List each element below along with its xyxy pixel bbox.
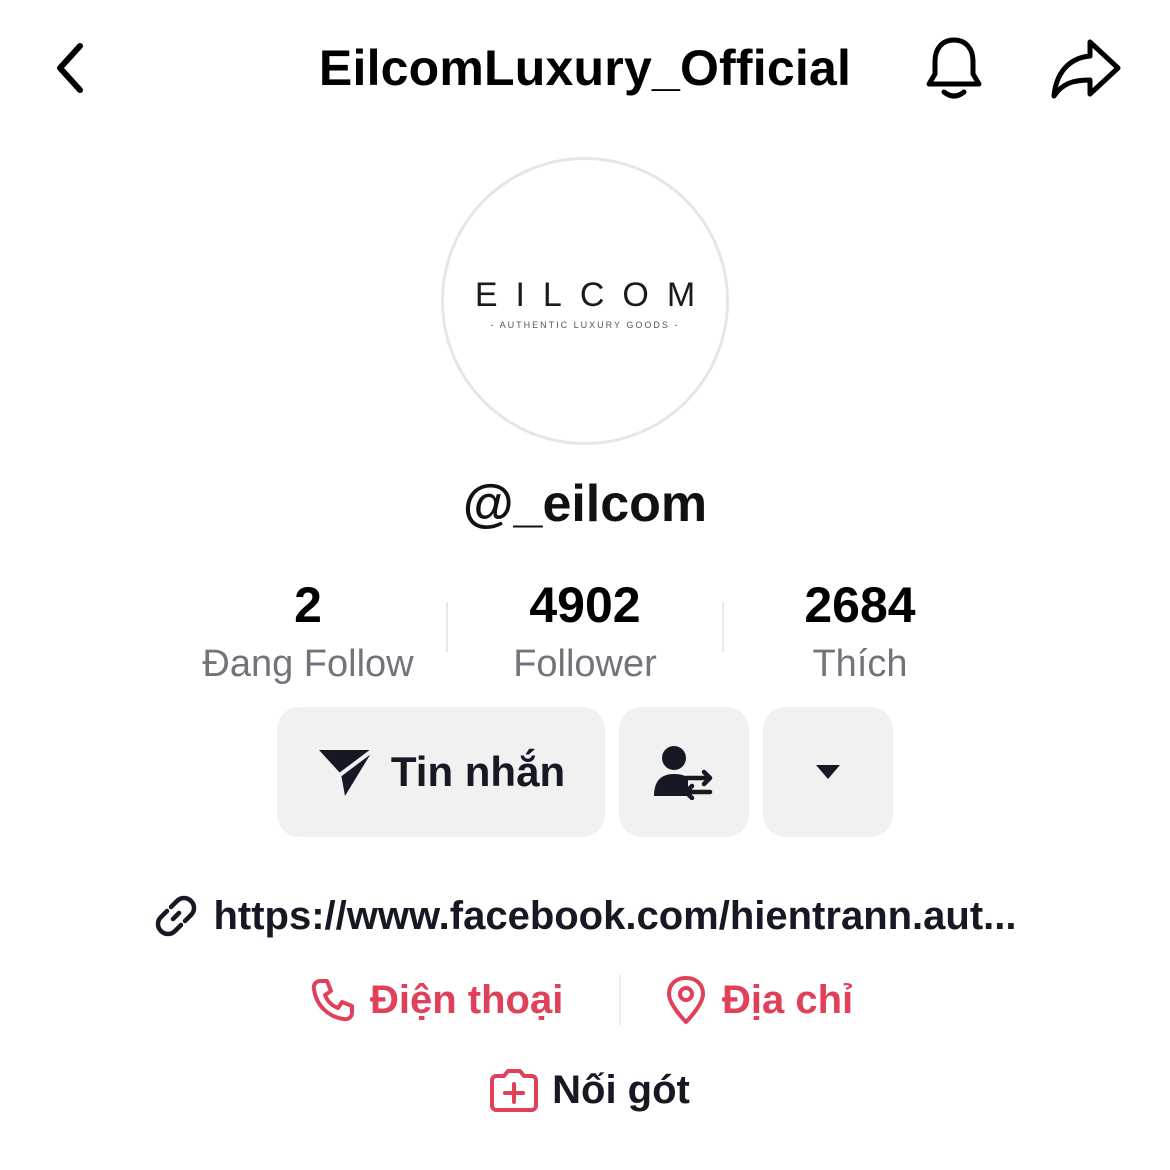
person-swap-icon — [654, 746, 713, 800]
notification-button[interactable] — [918, 32, 990, 104]
back-button[interactable] — [40, 36, 100, 100]
stat-following-value: 2 — [294, 577, 322, 633]
page-title: EilcomLuxury_Official — [318, 40, 852, 96]
more-dropdown-button[interactable] — [763, 707, 893, 837]
message-button-label: Tin nhắn — [390, 748, 566, 795]
phone-label: Điện thoại — [370, 977, 564, 1022]
friend-suggest-button[interactable] — [619, 707, 749, 837]
avatar-logo-tagline: - AUTHENTIC LUXURY GOODS - — [490, 320, 680, 330]
caret-down-icon — [816, 765, 840, 779]
stat-likes-value: 2684 — [804, 577, 916, 633]
bell-icon — [926, 37, 982, 99]
paper-plane-icon — [318, 748, 375, 796]
location-pin-icon — [667, 976, 705, 1024]
bio-link[interactable]: https://www.facebook.com/hientrann.aut..… — [125, 886, 1045, 946]
avatar-logo-word: EILCOM — [474, 276, 714, 314]
phone-button[interactable]: Điện thoại — [310, 970, 563, 1030]
stat-following[interactable]: 2 Đang Follow — [178, 575, 438, 691]
chevron-left-icon — [57, 43, 83, 93]
bio-link-text: https://www.facebook.com/hientrann.aut..… — [213, 893, 1017, 938]
username: @_eilcom — [462, 475, 708, 533]
address-label: Địa chỉ — [722, 977, 854, 1022]
connect-button[interactable]: Nối gót — [440, 1060, 740, 1120]
stat-likes-label: Thích — [812, 643, 908, 685]
share-button[interactable] — [1046, 32, 1126, 104]
stat-divider — [722, 602, 724, 652]
link-icon — [156, 895, 197, 937]
stat-followers-label: Follower — [513, 643, 657, 685]
stat-likes[interactable]: 2684 Thích — [730, 575, 990, 691]
stat-followers[interactable]: 4902 Follower — [455, 575, 715, 691]
avatar[interactable]: EILCOM - AUTHENTIC LUXURY GOODS - — [441, 157, 729, 445]
contact-divider — [619, 975, 621, 1025]
stat-following-label: Đang Follow — [202, 643, 414, 685]
connect-label: Nối gót — [552, 1067, 690, 1112]
address-button[interactable]: Địa chỉ — [664, 970, 853, 1030]
message-button[interactable]: Tin nhắn — [277, 707, 605, 837]
add-post-icon — [490, 1069, 539, 1112]
stat-followers-value: 4902 — [529, 577, 641, 633]
stat-divider — [446, 602, 448, 652]
share-arrow-icon — [1051, 39, 1121, 99]
phone-icon — [311, 979, 354, 1022]
